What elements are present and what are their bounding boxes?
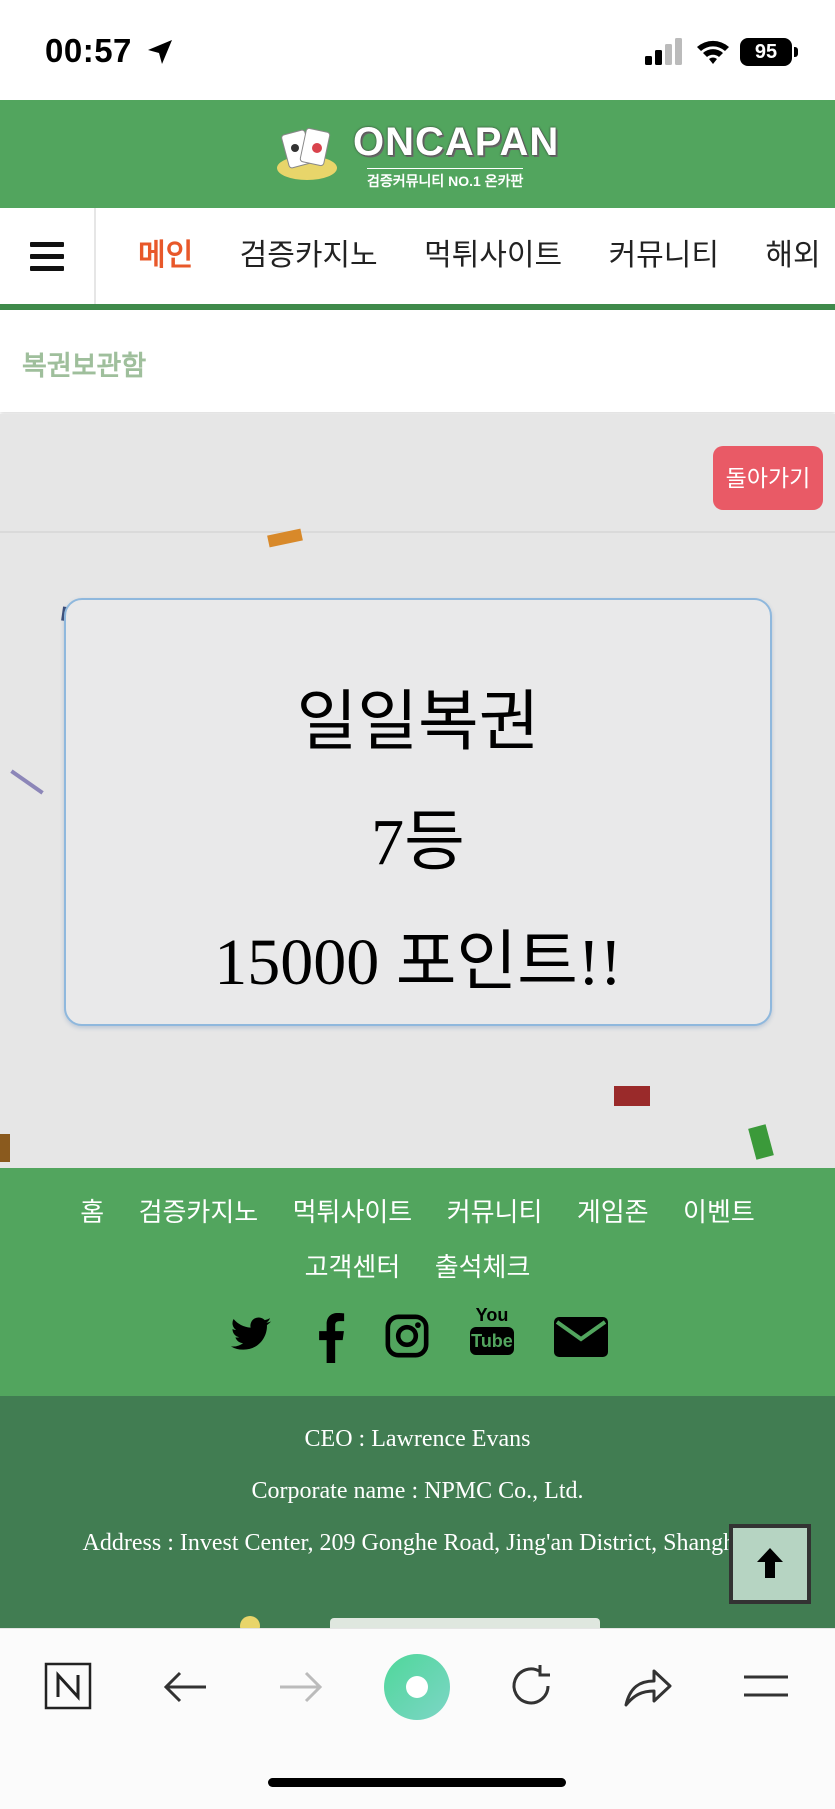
home-indicator bbox=[268, 1778, 566, 1787]
reload-icon[interactable] bbox=[508, 1663, 554, 1709]
nav-item-verified-casino[interactable]: 검증카지노 bbox=[240, 208, 378, 304]
page-title: 복권보관함 bbox=[22, 351, 147, 381]
lottery-name: 일일복권 bbox=[296, 686, 540, 759]
mail-icon[interactable] bbox=[554, 1317, 608, 1357]
status-bar: 00:57 95 bbox=[0, 0, 835, 100]
footer-link-customer-center[interactable]: 고객센터 bbox=[305, 1247, 401, 1284]
confetti-piece bbox=[10, 769, 44, 795]
footer-link-verified-casino[interactable]: 검증카지노 bbox=[139, 1192, 259, 1229]
footer-logo-partial bbox=[240, 1614, 620, 1628]
footer-links: 홈 검증카지노 먹튀사이트 커뮤니티 게임존 이벤트 고객센터 출석체크 bbox=[0, 1192, 835, 1302]
logo-subtitle: 검증커뮤니티 NO.1 온카판 bbox=[367, 168, 524, 191]
back-arrow-icon[interactable] bbox=[162, 1669, 208, 1705]
twitter-icon[interactable] bbox=[228, 1313, 274, 1357]
youtube-label-top: You bbox=[475, 1305, 509, 1325]
green-dot-button[interactable] bbox=[384, 1654, 450, 1720]
youtube-label-bottom: Tube bbox=[470, 1327, 514, 1355]
lottery-result-card: 일일복권 7등 15000 포인트!! bbox=[64, 598, 772, 1026]
back-button[interactable]: 돌아가기 bbox=[713, 446, 823, 510]
site-header: ONCAPAN 검증커뮤니티 NO.1 온카판 bbox=[0, 100, 835, 208]
scroll-to-top-button[interactable] bbox=[729, 1524, 811, 1604]
forward-arrow-icon bbox=[280, 1671, 323, 1703]
share-icon[interactable] bbox=[622, 1665, 674, 1709]
facebook-icon[interactable] bbox=[316, 1313, 346, 1363]
cellular-signal-icon bbox=[645, 38, 682, 65]
footer-link-events[interactable]: 이벤트 bbox=[683, 1192, 755, 1229]
youtube-icon[interactable]: You Tube bbox=[470, 1305, 514, 1361]
lottery-content: 돌아가기 일일복권 7등 15000 포인트!! bbox=[0, 414, 835, 1168]
naver-icon[interactable] bbox=[44, 1662, 92, 1710]
lottery-rank: 7등 bbox=[371, 806, 465, 879]
wifi-icon bbox=[697, 40, 729, 64]
footer-link-home[interactable]: 홈 bbox=[80, 1192, 104, 1229]
menu-icon[interactable] bbox=[742, 1673, 790, 1699]
nav-item-main[interactable]: 메인 bbox=[138, 208, 193, 304]
site-logo[interactable]: ONCAPAN 검증커뮤니티 NO.1 온카판 bbox=[275, 120, 565, 190]
footer: 홈 검증카지노 먹튀사이트 커뮤니티 게임존 이벤트 고객센터 출석체크 You… bbox=[0, 1168, 835, 1396]
status-time: 00:57 bbox=[45, 32, 132, 69]
company-info: CEO : Lawrence Evans Corporate name : NP… bbox=[0, 1396, 835, 1628]
content-divider bbox=[0, 531, 835, 533]
confetti-piece bbox=[614, 1086, 650, 1106]
arrow-up-icon bbox=[757, 1548, 783, 1578]
company-ceo: CEO : Lawrence Evans bbox=[304, 1426, 531, 1452]
nav-item-overseas[interactable]: 해외 bbox=[765, 208, 820, 304]
page-title-bar: 복권보관함 bbox=[0, 310, 835, 412]
nav-item-scam-sites[interactable]: 먹튀사이트 bbox=[424, 208, 562, 304]
nav-item-community[interactable]: 커뮤니티 bbox=[609, 208, 719, 304]
nav-items: 메인 검증카지노 먹튀사이트 커뮤니티 해외 bbox=[94, 208, 835, 304]
company-name: Corporate name : NPMC Co., Ltd. bbox=[251, 1478, 584, 1504]
lottery-prize: 15000 포인트!! bbox=[214, 926, 622, 999]
footer-link-game-zone[interactable]: 게임존 bbox=[577, 1192, 649, 1229]
location-arrow-icon bbox=[148, 40, 172, 64]
company-address: Address : Invest Center, 209 Gonghe Road… bbox=[82, 1530, 753, 1556]
battery-indicator: 95 bbox=[740, 38, 792, 66]
logo-wordmark: ONCAPAN bbox=[353, 120, 560, 164]
instagram-icon[interactable] bbox=[384, 1313, 430, 1359]
footer-link-scam-sites[interactable]: 먹튀사이트 bbox=[293, 1192, 413, 1229]
battery-cap bbox=[794, 47, 798, 57]
footer-link-community[interactable]: 커뮤니티 bbox=[447, 1192, 543, 1229]
hamburger-menu-icon[interactable] bbox=[0, 208, 96, 304]
social-links: You Tube bbox=[0, 1305, 835, 1373]
footer-link-attendance[interactable]: 출석체크 bbox=[435, 1247, 531, 1284]
confetti-piece bbox=[0, 1134, 10, 1162]
main-nav: 메인 검증카지노 먹튀사이트 커뮤니티 해외 bbox=[0, 208, 835, 306]
logo-cards-icon bbox=[277, 127, 337, 180]
confetti-piece bbox=[748, 1124, 774, 1160]
